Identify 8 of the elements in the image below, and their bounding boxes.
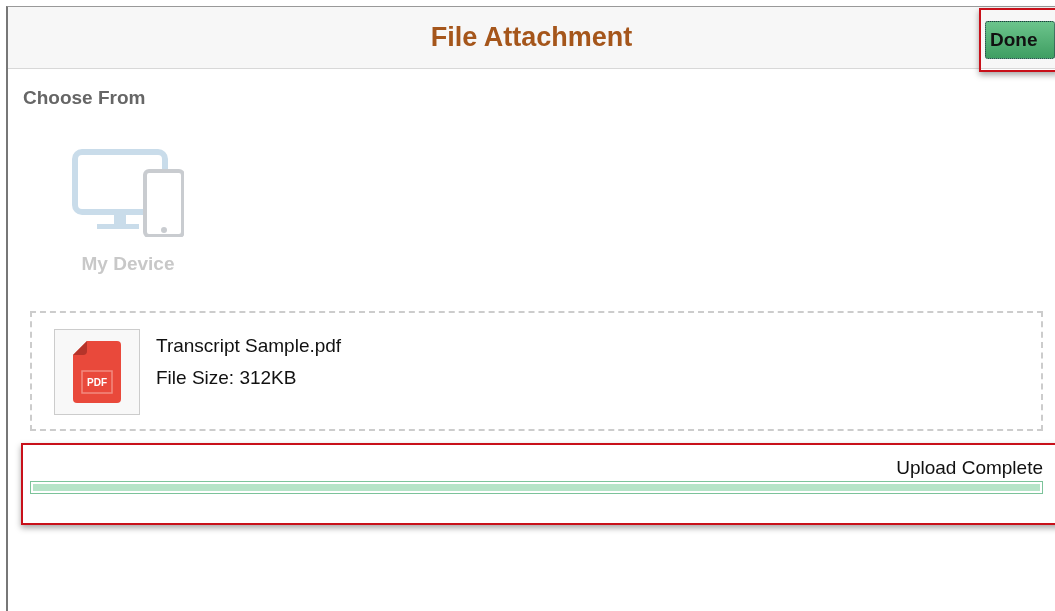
dialog-title: File Attachment [430,22,633,53]
file-size: File Size: 312KB [156,367,298,389]
done-button[interactable]: Done [985,21,1055,59]
file-name: Transcript Sample.pdf [156,335,342,357]
devices-icon [72,149,184,237]
section-heading: Choose From [23,87,147,109]
pdf-file-icon: PDF [73,341,121,403]
upload-status: Upload Complete [896,457,1043,479]
